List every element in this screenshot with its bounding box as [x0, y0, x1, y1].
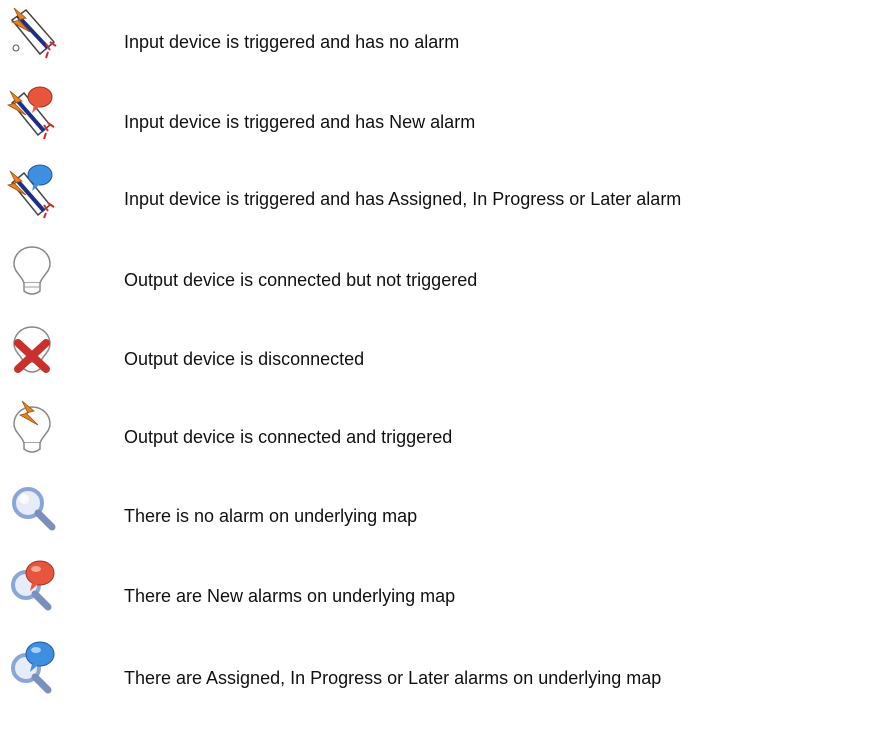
map-assigned-alarms-icon — [4, 638, 60, 694]
legend-label: Output device is disconnected — [124, 349, 365, 369]
legend-label: Input device is triggered and has New al… — [124, 112, 476, 132]
legend-row-output-disconnected: Output device is disconnected — [0, 321, 870, 381]
legend-label: Output device is connected but not trigg… — [124, 270, 478, 290]
output-connected-triggered-icon — [4, 399, 60, 455]
legend-row-input-triggered-assigned-alarm: Input device is triggered and has Assign… — [0, 163, 870, 223]
legend-label: There are New alarms on underlying map — [124, 586, 456, 606]
icon-legend: Input device is triggered and has no ala… — [0, 0, 870, 756]
legend-label: Output device is connected and triggered — [124, 427, 453, 447]
map-no-alarm-icon — [4, 479, 60, 535]
legend-row-output-connected-not-triggered: Output device is connected but not trigg… — [0, 243, 870, 303]
input-triggered-no-alarm-icon — [4, 6, 60, 62]
legend-label: Input device is triggered and has no ala… — [124, 32, 460, 52]
legend-label: There is no alarm on underlying map — [124, 506, 418, 526]
legend-label: There are Assigned, In Progress or Later… — [124, 668, 662, 688]
legend-row-output-connected-triggered: Output device is connected and triggered — [0, 399, 870, 459]
legend-row-input-triggered-no-alarm: Input device is triggered and has no ala… — [0, 6, 870, 66]
output-disconnected-icon — [4, 321, 60, 377]
legend-row-input-triggered-new-alarm: Input device is triggered and has New al… — [0, 85, 870, 145]
legend-label: Input device is triggered and has Assign… — [124, 189, 682, 209]
legend-row-map-assigned-alarms: There are Assigned, In Progress or Later… — [0, 638, 870, 698]
map-new-alarms-icon — [4, 557, 60, 613]
input-triggered-assigned-alarm-icon — [4, 163, 60, 219]
legend-row-map-no-alarm: There is no alarm on underlying map — [0, 479, 870, 539]
legend-row-map-new-alarms: There are New alarms on underlying map — [0, 557, 870, 617]
output-connected-not-triggered-icon — [4, 243, 60, 299]
input-triggered-new-alarm-icon — [4, 85, 60, 141]
